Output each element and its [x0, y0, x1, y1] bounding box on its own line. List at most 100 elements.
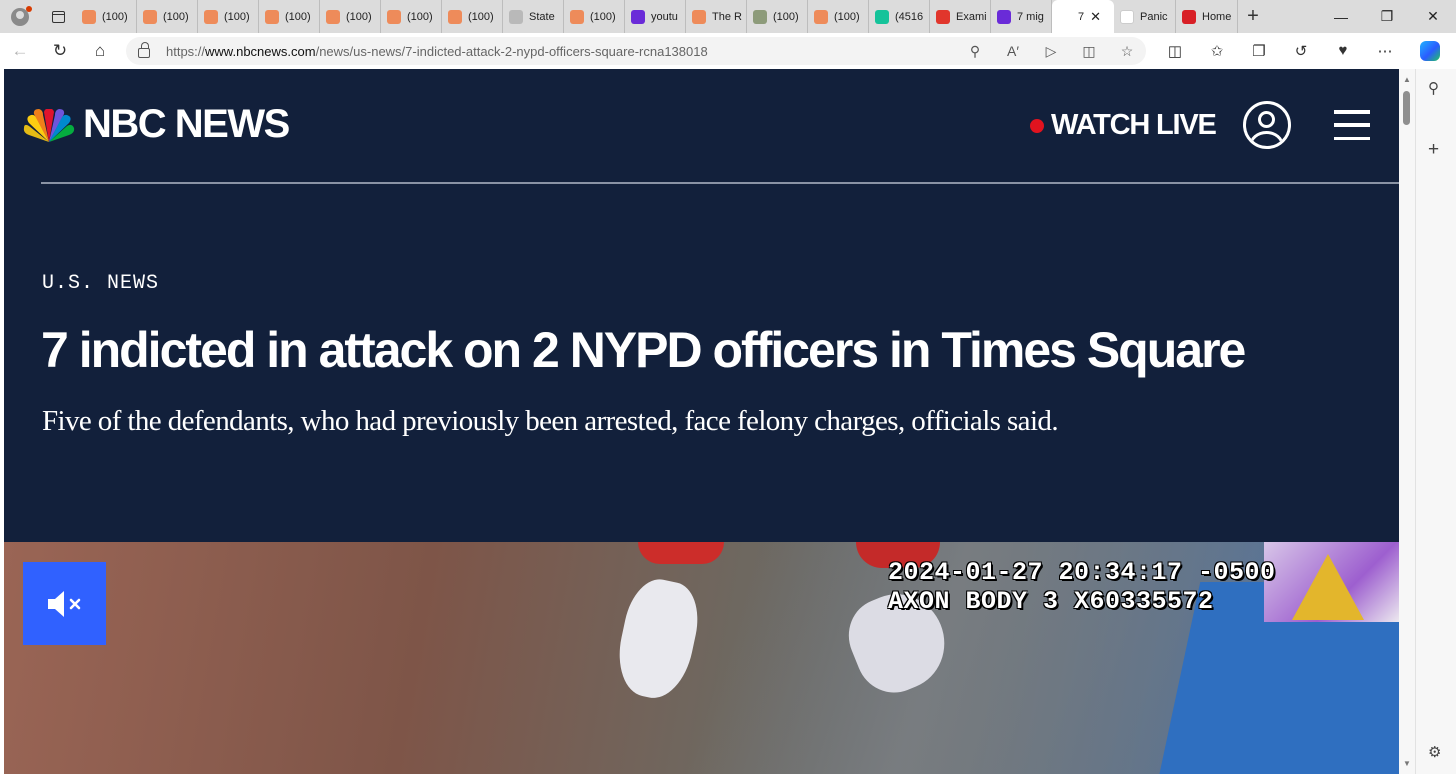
- browser-tab-label: Exami: [956, 10, 987, 23]
- close-window-button[interactable]: ✕: [1410, 0, 1456, 33]
- youtube-favicon-icon: [936, 9, 950, 24]
- reader-view-icon[interactable]: ◫: [1070, 43, 1108, 60]
- web-page: NBC NEWS WATCH LIVE U.S. NEWS 7 indicted…: [4, 69, 1399, 774]
- browser-tab[interactable]: State: [503, 0, 564, 33]
- browser-tab[interactable]: Panic: [1114, 0, 1176, 33]
- browser-tab-label: 7 mig: [1017, 10, 1044, 23]
- collections-icon[interactable]: ❐: [1238, 42, 1280, 60]
- browser-tab-label: (100): [163, 10, 189, 23]
- nbc-favicon-icon: [1058, 9, 1072, 24]
- browser-tab[interactable]: (100): [442, 0, 503, 33]
- new-tab-button[interactable]: +: [1238, 0, 1268, 33]
- substack-favicon-icon: [204, 9, 218, 24]
- browser-tab[interactable]: Home: [1176, 0, 1238, 33]
- account-button[interactable]: [1243, 101, 1291, 149]
- browser-tab[interactable]: 7 ✕: [1052, 0, 1114, 33]
- substack-favicon-icon: [326, 9, 340, 24]
- url-text[interactable]: https://www.nbcnews.com/news/us-news/7-i…: [166, 44, 708, 59]
- favorites-icon[interactable]: ✩: [1196, 42, 1238, 60]
- refresh-button[interactable]: ↻: [40, 33, 80, 69]
- window-controls: — ❐ ✕: [1318, 0, 1456, 33]
- favorite-star-icon[interactable]: ☆: [1108, 43, 1146, 60]
- browser-tab[interactable]: (100): [198, 0, 259, 33]
- video-player[interactable]: 2024-01-27 20:34:17 -0500 AXON BODY 3 X6…: [4, 542, 1399, 774]
- user-icon: [1258, 111, 1275, 128]
- close-tab-icon[interactable]: ✕: [1090, 9, 1101, 25]
- unmute-button[interactable]: [23, 562, 106, 645]
- menu-line-icon: [1334, 123, 1370, 127]
- profile-avatar[interactable]: [0, 0, 40, 33]
- speaker-muted-icon: [47, 590, 80, 617]
- copilot-icon[interactable]: [1420, 41, 1440, 61]
- split-screen-icon[interactable]: ◫: [1154, 42, 1196, 60]
- url-domain: www.nbcnews.com: [205, 43, 316, 59]
- toolbar-actions: ◫ ✩ ❐ ↺ ♥ ⋯: [1154, 42, 1406, 60]
- address-bar[interactable]: https://www.nbcnews.com/news/us-news/7-i…: [126, 37, 1146, 65]
- url-path: /news/us-news/7-indicted-attack-2-nypd-o…: [315, 43, 708, 59]
- browser-tab-label: (100): [773, 10, 799, 23]
- substack-favicon-icon: [82, 9, 96, 24]
- browser-tab[interactable]: The R: [686, 0, 747, 33]
- photo-favicon-icon: [753, 9, 767, 24]
- page-scrollbar[interactable]: ▲ ▼: [1399, 69, 1415, 774]
- substack-favicon-icon: [570, 9, 584, 24]
- tab-actions-icon: [51, 10, 65, 23]
- browser-tab[interactable]: (100): [381, 0, 442, 33]
- history-icon[interactable]: ↺: [1280, 42, 1322, 60]
- browser-tab[interactable]: youtu: [625, 0, 686, 33]
- scroll-down-icon[interactable]: ▼: [1403, 759, 1411, 768]
- browser-tab[interactable]: (100): [259, 0, 320, 33]
- notification-dot: [26, 6, 32, 12]
- browser-tab[interactable]: (100): [564, 0, 625, 33]
- browser-tab-strip: (100) (100) (100) (100) (100) (100) (100) State…: [0, 0, 1456, 33]
- hamburger-menu-button[interactable]: [1334, 110, 1370, 140]
- sidebar-search-icon[interactable]: ⚲: [1428, 79, 1439, 97]
- browser-tab[interactable]: (100): [76, 0, 137, 33]
- header-divider: [41, 182, 1399, 184]
- more-menu-icon[interactable]: ⋯: [1364, 42, 1406, 60]
- restore-button[interactable]: ❐: [1364, 0, 1410, 33]
- performance-icon[interactable]: ♥: [1322, 42, 1364, 60]
- browser-tab[interactable]: Exami: [930, 0, 991, 33]
- article-dek: Five of the defendants, who had previous…: [42, 405, 1059, 437]
- browser-tab[interactable]: (100): [747, 0, 808, 33]
- substack-favicon-icon: [143, 9, 157, 24]
- browser-tab[interactable]: 7 mig: [991, 0, 1052, 33]
- bodycam-timestamp: 2024-01-27 20:34:17 -0500: [888, 558, 1276, 587]
- browser-tab[interactable]: (100): [137, 0, 198, 33]
- zoom-icon[interactable]: ⚲: [956, 43, 994, 60]
- section-label[interactable]: U.S. NEWS: [42, 272, 159, 295]
- home-button[interactable]: ⌂: [80, 33, 120, 69]
- browser-tab[interactable]: (4516: [869, 0, 930, 33]
- user-icon-body: [1249, 131, 1284, 146]
- lock-icon[interactable]: [138, 42, 150, 58]
- watch-live-link[interactable]: WATCH LIVE: [1030, 109, 1217, 142]
- yahoo-favicon-icon: [631, 9, 645, 24]
- site-brand-name[interactable]: NBC NEWS: [83, 102, 290, 147]
- sidebar-settings-icon[interactable]: ⚙: [1428, 743, 1441, 761]
- read-aloud-icon[interactable]: A′: [994, 43, 1032, 60]
- browser-tab-label: Home: [1202, 10, 1232, 23]
- browser-tab-label: (100): [834, 10, 860, 23]
- minimize-button[interactable]: —: [1318, 0, 1364, 33]
- browser-tab-label: youtu: [651, 10, 678, 23]
- browser-tab-label: (100): [102, 10, 128, 23]
- browser-tab[interactable]: (100): [320, 0, 381, 33]
- nbc-peacock-logo[interactable]: [23, 109, 75, 143]
- substack-favicon-icon: [387, 9, 401, 24]
- browser-tab-label: 7: [1078, 10, 1085, 23]
- browser-tab[interactable]: (100): [808, 0, 869, 33]
- scrollbar-thumb[interactable]: [1403, 91, 1410, 125]
- back-button[interactable]: ←: [0, 33, 40, 69]
- watch-live-label: WATCH LIVE: [1051, 109, 1217, 141]
- scroll-up-icon[interactable]: ▲: [1403, 75, 1411, 84]
- browser-tab-label: (4516: [895, 10, 924, 23]
- tab-actions-button[interactable]: [40, 0, 76, 33]
- browser-tab-label: (100): [346, 10, 372, 23]
- menu-line-icon: [1334, 136, 1370, 140]
- grammarly-favicon-icon: [875, 9, 889, 24]
- red-favicon-icon: [1182, 9, 1196, 24]
- pdf-favicon-icon: [1120, 9, 1134, 24]
- sidebar-add-icon[interactable]: +: [1428, 139, 1439, 161]
- app-available-icon[interactable]: ▷: [1032, 43, 1070, 60]
